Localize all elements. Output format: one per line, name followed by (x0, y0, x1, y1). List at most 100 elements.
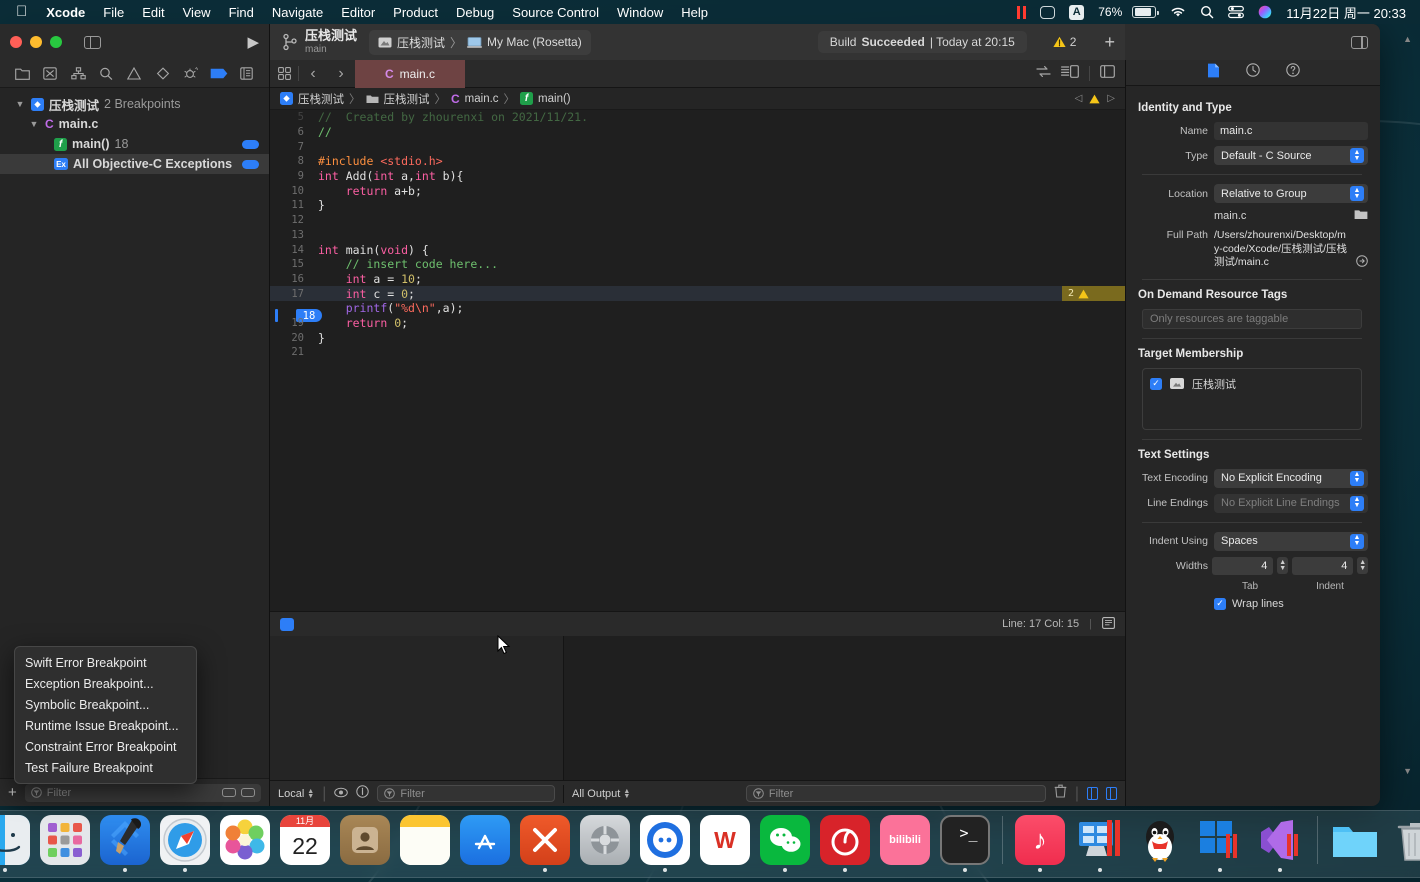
dock-item-trash[interactable] (1389, 815, 1420, 872)
add-breakpoint-button[interactable]: + (8, 784, 17, 801)
editor-options-icon[interactable] (270, 67, 298, 80)
indent-width-stepper[interactable]: ▲ ▼ (1357, 557, 1368, 574)
menu-item-source-control[interactable]: Source Control (503, 5, 608, 20)
dock-item-wechat[interactable] (759, 815, 811, 872)
scroll-up-arrow-icon[interactable]: ▲ (1403, 34, 1412, 44)
indent-using-popup[interactable]: Spaces ▲ ▼ (1214, 531, 1368, 551)
breakpoint-enabled-toggle[interactable] (242, 159, 259, 169)
show-only-enabled-icon[interactable] (222, 788, 236, 797)
dock-item-bilibili[interactable]: bilibili (879, 815, 931, 872)
inspector-panel-icon[interactable] (1100, 64, 1115, 83)
menu-item-exception-breakpoint[interactable]: Exception Breakpoint... (15, 673, 196, 694)
tab-width-field[interactable]: 4 (1212, 556, 1274, 575)
breadcrumb-group[interactable]: 压栈测试 (384, 91, 430, 107)
warning-count-button[interactable]: 2 (1053, 35, 1076, 49)
dock-item-app-store[interactable] (459, 815, 511, 872)
dock-item-netease-music[interactable] (819, 815, 871, 872)
dock-item-system-preferences[interactable] (579, 815, 631, 872)
menu-item-swift-error-breakpoint[interactable]: Swift Error Breakpoint (15, 652, 196, 673)
menu-item-symbolic-breakpoint[interactable]: Symbolic Breakpoint... (15, 694, 196, 715)
close-window-button[interactable] (10, 36, 22, 48)
screen-record-icon[interactable] (1040, 5, 1056, 19)
battery-status[interactable]: 76% (1098, 5, 1159, 19)
dock-item-qq[interactable] (1134, 815, 1186, 872)
line-endings-popup[interactable]: No Explicit Line Endings ▲ ▼ (1214, 493, 1368, 513)
menu-item-product[interactable]: Product (384, 5, 447, 20)
tab-width-stepper[interactable]: ▲ ▼ (1277, 557, 1288, 574)
menu-item-window[interactable]: Window (608, 5, 672, 20)
breakpoints-active-icon[interactable] (280, 617, 294, 631)
navigate-back-icon[interactable]: ‹ (299, 65, 327, 83)
file-name-field[interactable]: main.c (1214, 122, 1368, 140)
variables-filter-field[interactable]: Filter (377, 785, 555, 802)
minimize-window-button[interactable] (30, 36, 42, 48)
run-button-icon[interactable]: ▶ (247, 33, 259, 51)
test-navigator-icon[interactable] (149, 67, 177, 80)
wifi-icon[interactable] (1170, 6, 1186, 18)
dock-item-launchpad[interactable] (39, 815, 91, 872)
menu-item-constraint-error-breakpoint[interactable]: Constraint Error Breakpoint (15, 736, 196, 757)
dock-item-wps-office[interactable]: W (699, 815, 751, 872)
spotlight-search-icon[interactable] (1200, 5, 1214, 19)
disclosure-triangle-icon[interactable]: ▼ (14, 99, 26, 109)
file-location-popup[interactable]: Relative to Group ▲ ▼ (1214, 184, 1368, 203)
wrap-lines-row[interactable]: ✓ Wrap lines (1130, 597, 1368, 610)
console-output-popup[interactable]: All Output ▲ ▼ (572, 788, 630, 800)
menu-bar-clock[interactable]: 11月22日 周一 20:33 (1286, 3, 1406, 22)
watch-icon[interactable] (334, 785, 349, 803)
inline-warning-badge[interactable]: 2 (1061, 286, 1125, 301)
variables-scope-popup[interactable]: Local ▲ ▼ (278, 788, 314, 800)
navigator-filter-field[interactable]: Filter (24, 783, 261, 802)
dock-item-music[interactable]: ♪ (1014, 815, 1066, 872)
dock-item-finder[interactable] (0, 815, 31, 872)
breakpoint-navigator-icon[interactable] (205, 68, 233, 79)
quick-help-inspector-icon[interactable] (1285, 63, 1300, 82)
dock-item-contacts[interactable] (339, 815, 391, 872)
dock-item-calendar[interactable]: 11月 22 (279, 815, 331, 872)
disclosure-triangle-icon[interactable]: ▼ (28, 119, 40, 129)
choose-file-icon[interactable] (1354, 209, 1368, 223)
breakpoint-enabled-toggle[interactable] (242, 139, 259, 149)
breadcrumb-file[interactable]: main.c (465, 93, 499, 105)
build-status-chip[interactable]: Build Succeeded | Today at 20:15 (817, 31, 1027, 53)
next-issue-icon[interactable]: ▷ (1107, 93, 1115, 104)
menu-item-navigate[interactable]: Navigate (263, 5, 332, 20)
editor-tab-main-c[interactable]: C main.c (355, 59, 465, 88)
hierarchy-navigator-icon[interactable] (64, 67, 92, 80)
menu-item-edit[interactable]: Edit (133, 5, 173, 20)
reveal-in-finder-icon[interactable] (1356, 254, 1368, 270)
info-icon[interactable] (356, 784, 370, 803)
indent-width-field[interactable]: 4 (1292, 556, 1354, 575)
target-membership-row[interactable]: ✓ 压栈测试 (1150, 376, 1354, 392)
navigate-forward-icon[interactable]: › (327, 65, 355, 83)
pause-icon[interactable] (1017, 5, 1027, 19)
tree-row-project[interactable]: ▼ 压栈测试 2 Breakpoints (0, 94, 269, 114)
menu-item-help[interactable]: Help (672, 5, 717, 20)
breadcrumb-project[interactable]: 压栈测试 (298, 91, 344, 107)
tree-row-main-breakpoint[interactable]: f main() 18 (0, 134, 269, 154)
target-membership-checkbox[interactable]: ✓ (1150, 377, 1162, 390)
menu-item-xcode[interactable]: Xcode (37, 5, 94, 20)
clear-console-icon[interactable] (1054, 784, 1067, 803)
toggle-navigator-icon[interactable] (84, 35, 101, 49)
project-navigator-icon[interactable] (8, 67, 36, 80)
dock-item-windows-app[interactable] (1194, 815, 1246, 872)
dock-item-downloads-folder[interactable] (1329, 815, 1381, 872)
variables-view[interactable] (270, 636, 564, 780)
add-editor-button[interactable]: + (1104, 32, 1115, 53)
tree-row-objc-exceptions[interactable]: Ex All Objective-C Exceptions (0, 154, 269, 174)
minimap-icon[interactable] (1102, 616, 1115, 632)
apple-menu-icon[interactable]:  (8, 4, 37, 21)
debug-navigator-icon[interactable] (177, 67, 205, 80)
toggle-inspector-icon[interactable] (1351, 35, 1368, 49)
dock-item-dingtalk[interactable] (639, 815, 691, 872)
dock-item-terminal[interactable]: >_ (939, 815, 991, 872)
text-encoding-popup[interactable]: No Explicit Encoding ▲ ▼ (1214, 468, 1368, 488)
dock-item-xcode[interactable] (99, 815, 151, 872)
tree-row-main-c[interactable]: ▼ C main.c (0, 114, 269, 134)
siri-icon[interactable] (1258, 5, 1272, 19)
history-inspector-icon[interactable] (1245, 63, 1260, 82)
file-type-popup[interactable]: Default - C Source ▲ ▼ (1214, 146, 1368, 165)
dock-item-remote-desktop[interactable] (1074, 815, 1126, 872)
control-center-icon[interactable] (1228, 5, 1245, 19)
